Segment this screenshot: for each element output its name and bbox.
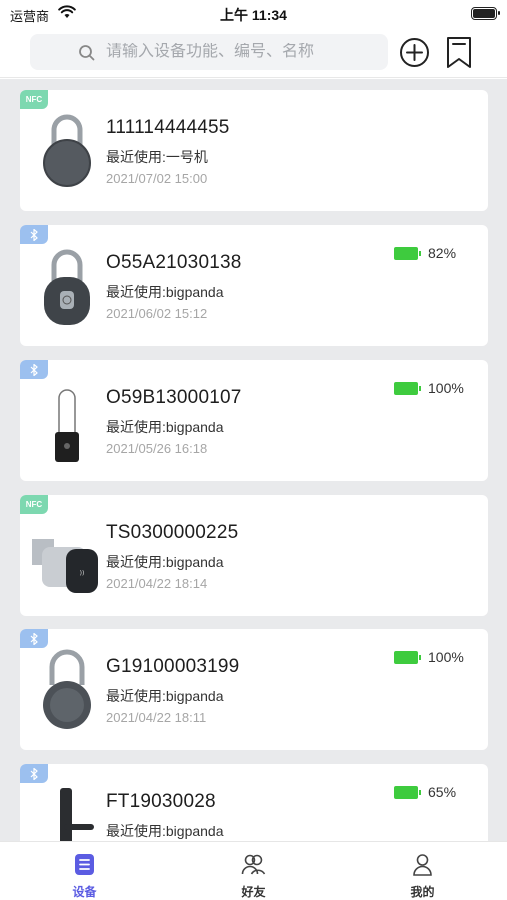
- battery-indicator: 65%: [394, 784, 456, 800]
- battery-icon: [394, 381, 421, 395]
- device-last-time: 2021/05/26 16:18: [106, 441, 208, 456]
- device-card[interactable]: O59B13000107 最近使用:bigpanda 2021/05/26 16…: [20, 360, 488, 481]
- profile-icon: [413, 854, 432, 876]
- device-card[interactable]: FT19030028 最近使用:bigpanda 65%: [20, 764, 488, 841]
- door-handle-lock-icon: [60, 788, 94, 841]
- device-list-icon: [75, 854, 94, 875]
- tab-devices[interactable]: 设备: [0, 842, 169, 900]
- device-last-user: 最近使用:bigpanda: [106, 688, 224, 704]
- tab-friends[interactable]: 好友: [169, 842, 338, 900]
- top-bar: [0, 28, 507, 78]
- cam-lock-icon: )): [32, 539, 98, 593]
- battery-percent: 82%: [428, 245, 457, 261]
- tab-label: 我的: [410, 885, 435, 899]
- battery-icon: [394, 246, 421, 260]
- battery-icon: [394, 650, 421, 664]
- battery-percent: 65%: [428, 784, 457, 800]
- battery-icon: [394, 785, 421, 799]
- device-name: O55A21030138: [106, 252, 242, 273]
- tab-bar: 设备 好友 我的: [0, 841, 507, 900]
- device-last-time: 2021/04/22 18:11: [106, 710, 207, 725]
- search-icon: [79, 45, 95, 61]
- device-list: NFC 111114444455 最近使用:一号机 2021/07/02 15:…: [0, 79, 507, 841]
- device-last-user: 最近使用:一号机: [106, 149, 208, 165]
- battery-percent: 100%: [428, 649, 464, 665]
- round-padlock-icon: [43, 114, 91, 187]
- battery-indicator: 82%: [394, 245, 456, 261]
- device-name: 111114444455: [106, 117, 230, 138]
- status-battery-icon: [471, 7, 500, 20]
- device-card[interactable]: NFC 111114444455 最近使用:一号机 2021/07/02 15:…: [20, 90, 488, 211]
- device-last-time: 2021/07/02 15:00: [106, 171, 208, 186]
- status-time: 上午 11:34: [220, 7, 287, 23]
- device-last-time: 2021/04/22 18:14: [106, 576, 208, 591]
- tab-profile[interactable]: 我的: [338, 842, 507, 900]
- device-last-time: 2021/06/02 15:12: [106, 306, 208, 321]
- device-name: TS0300000225: [106, 522, 239, 543]
- device-last-user: 最近使用:bigpanda: [106, 823, 224, 839]
- bookmark-button[interactable]: [446, 36, 472, 69]
- tab-label: 设备: [72, 885, 97, 899]
- svg-text:)): )): [80, 570, 85, 577]
- tab-label: 好友: [241, 885, 266, 899]
- search-input[interactable]: [80, 43, 388, 61]
- fingerprint-padlock-icon: [44, 249, 90, 325]
- round-padlock-icon: [43, 649, 91, 729]
- battery-indicator: 100%: [394, 380, 464, 396]
- device-last-user: 最近使用:bigpanda: [106, 554, 224, 570]
- friends-icon: [241, 854, 266, 875]
- device-card[interactable]: O55A21030138 最近使用:bigpanda 2021/06/02 15…: [20, 225, 488, 346]
- search-box[interactable]: [30, 34, 388, 70]
- device-last-user: 最近使用:bigpanda: [106, 419, 224, 435]
- device-last-user: 最近使用:bigpanda: [106, 284, 224, 300]
- device-card[interactable]: NFC )) TS0300000225 最近使用:bigpanda 2021/0…: [20, 495, 488, 616]
- add-device-button[interactable]: [399, 37, 430, 68]
- device-name: G19100003199: [106, 656, 240, 677]
- device-name: O59B13000107: [106, 387, 242, 408]
- status-bar: 运营商 上午 11:34: [0, 0, 507, 28]
- battery-percent: 100%: [428, 380, 464, 396]
- battery-indicator: 100%: [394, 649, 464, 665]
- device-card[interactable]: G19100003199 最近使用:bigpanda 2021/04/22 18…: [20, 629, 488, 750]
- device-name: FT19030028: [106, 791, 216, 812]
- cable-lock-icon: [55, 389, 79, 462]
